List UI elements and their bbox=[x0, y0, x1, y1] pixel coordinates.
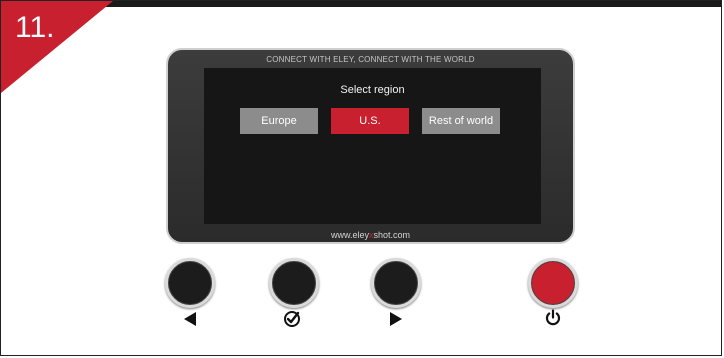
device-url: www.eleyxshot.com bbox=[168, 230, 573, 240]
checkmark-circle-icon bbox=[284, 311, 300, 327]
region-rest-of-world-button[interactable]: Rest of world bbox=[422, 108, 500, 134]
region-us-button[interactable]: U.S. bbox=[331, 108, 409, 134]
device-screen: Select region Europe U.S. Rest of world bbox=[204, 68, 541, 224]
url-suffix: shot.com bbox=[373, 230, 411, 240]
region-europe-button[interactable]: Europe bbox=[240, 108, 318, 134]
ok-button[interactable] bbox=[269, 258, 319, 308]
triangle-right-icon bbox=[390, 312, 402, 326]
url-prefix: www.eley bbox=[330, 230, 369, 240]
left-button[interactable] bbox=[165, 258, 215, 308]
triangle-left-icon bbox=[184, 312, 196, 326]
power-icon bbox=[545, 309, 561, 326]
screen-title: Select region bbox=[340, 84, 405, 96]
device-tagline: CONNECT WITH ELEY, CONNECT WITH THE WORL… bbox=[266, 55, 475, 64]
instruction-panel: 11. CONNECT WITH ELEY, CONNECT WITH THE … bbox=[0, 0, 722, 356]
step-number: 11. bbox=[15, 11, 55, 44]
right-button[interactable] bbox=[371, 258, 421, 308]
power-button[interactable] bbox=[528, 258, 578, 308]
device-display: CONNECT WITH ELEY, CONNECT WITH THE WORL… bbox=[166, 48, 575, 244]
